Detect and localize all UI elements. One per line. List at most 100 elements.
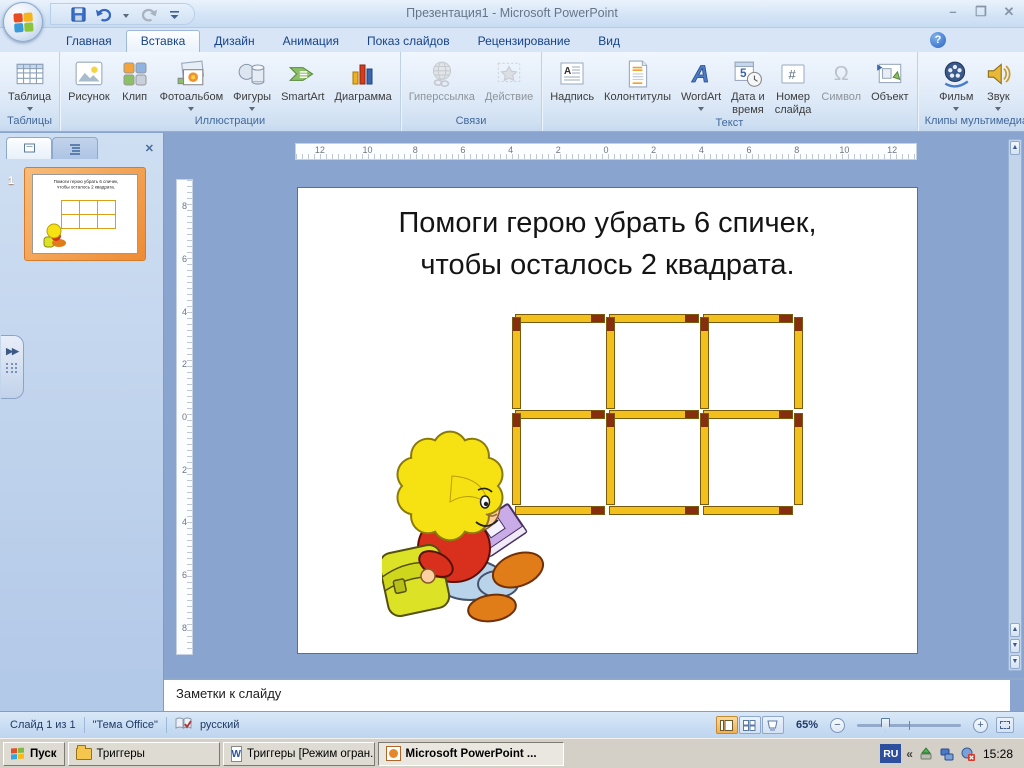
picture-button[interactable]: Рисунок [63,54,115,104]
matchstick[interactable] [703,410,793,419]
matchstick[interactable] [703,314,793,323]
zoom-in-button[interactable]: + [973,717,988,733]
scroll-up-icon[interactable]: ▲ [1010,141,1020,155]
dropdown-arrow-icon [698,107,705,111]
next-slide-button[interactable]: ▼ [1010,639,1020,653]
matchstick[interactable] [512,317,521,409]
sound-button[interactable]: Звук [978,54,1018,111]
matchstick[interactable] [515,314,605,323]
ruler-number: 12 [887,145,898,155]
language-indicator[interactable]: русский [200,719,239,731]
zoom-level[interactable]: 65% [796,719,818,731]
matchstick[interactable] [606,413,615,505]
taskbar: Пуск Триггеры W Триггеры [Режим огран...… [0,738,1024,768]
clipart-button[interactable]: Клип [115,54,155,104]
matchstick[interactable] [609,314,699,323]
panel-splitter-handle[interactable]: ▶▶ [1,335,24,399]
fit-to-window-button[interactable] [996,717,1014,733]
tab-insert[interactable]: Вставка [125,30,201,52]
zoom-out-button[interactable]: − [830,717,845,733]
normal-view-button[interactable] [715,716,738,734]
header-footer-button[interactable]: Колонтитулы [599,54,676,104]
restore-button[interactable]: ❐ [972,4,990,20]
group-label-text: Текст [715,117,744,129]
tab-slideshow[interactable]: Показ слайдов [353,31,464,52]
start-button[interactable]: Пуск [3,741,65,766]
matchstick[interactable] [794,413,803,505]
matchstick-grid[interactable] [512,314,812,526]
matchstick[interactable] [700,413,709,505]
object-button[interactable]: Объект [866,54,913,104]
zoom-slider[interactable] [857,717,961,732]
office-button[interactable] [3,2,43,42]
safely-remove-icon[interactable] [918,746,934,762]
action-button[interactable]: Действие [480,54,538,104]
tab-design[interactable]: Дизайн [200,31,268,52]
view-buttons [715,716,784,734]
group-illustrations: Рисунок Клип Фотоальбом Фигуры SmartArt … [60,52,401,131]
matchstick[interactable] [609,506,699,515]
slides-panel-tabs: ✕ [0,133,163,159]
slide-canvas[interactable]: Помоги герою убрать 6 спичек, чтобы оста… [297,187,918,654]
disconnected-icon[interactable] [960,746,976,762]
table-button[interactable]: Таблица [3,54,56,111]
scroll-down-icon[interactable]: ▼ [1010,655,1020,669]
ribbon: Таблица Таблицы Рисунок Клип Фотоальбом … [0,52,1024,132]
notes-input[interactable]: Заметки к слайду [164,678,1010,711]
tab-view[interactable]: Вид [584,31,634,52]
slides-tab-icon [23,143,35,153]
matchstick[interactable] [794,317,803,409]
slideshow-view-icon [767,720,779,730]
matchstick[interactable] [515,410,605,419]
slide-thumbnail[interactable]: Помоги герою убрать 6 спичек, чтобы оста… [24,167,146,261]
taskbar-item-word[interactable]: W Триггеры [Режим огран... [222,741,375,766]
ruler-number: 6 [746,145,752,155]
tab-slides-thumbnails[interactable] [6,137,52,159]
slide-number-button[interactable]: # Номер слайда [770,54,817,117]
outline-tab-icon [70,143,80,155]
zoom-slider-handle[interactable] [881,717,890,732]
minimize-button[interactable]: – [944,4,962,20]
slide-thumbnail-number: 1 [8,175,15,187]
hyperlink-button[interactable]: Гиперссылка [404,54,480,104]
tab-review[interactable]: Рецензирование [464,31,585,52]
matchstick[interactable] [700,317,709,409]
ruler-number: 6 [181,570,187,581]
chart-button[interactable]: Диаграмма [330,54,397,104]
photo-album-button[interactable]: Фотоальбом [155,54,229,111]
group-label-illustrations: Иллюстрации [194,115,266,127]
close-button[interactable]: ✕ [1000,4,1018,20]
language-bar[interactable]: RU [880,744,902,763]
shapes-button[interactable]: Фигуры [228,54,276,111]
matchstick[interactable] [609,410,699,419]
ruler-number: 10 [362,145,373,155]
date-time-button[interactable]: 5 Дата и время [726,54,770,117]
movie-button[interactable]: Фильм [934,54,978,111]
tab-animation[interactable]: Анимация [269,31,353,52]
smartart-button[interactable]: SmartArt [276,54,329,104]
symbol-button[interactable]: Ω Символ [816,54,866,104]
tab-outline[interactable] [52,137,98,159]
panel-close-icon[interactable]: ✕ [140,142,159,159]
slide-title-textbox[interactable]: Помоги герою убрать 6 спичек, чтобы оста… [298,202,917,286]
taskbar-item-powerpoint[interactable]: Microsoft PowerPoint ... [377,741,564,766]
taskbar-item-folder[interactable]: Триггеры [67,741,220,766]
cartoon-character[interactable] [382,428,550,630]
ruler-number: 6 [181,254,187,264]
textbox-button[interactable]: A Надпись [545,54,599,104]
slide-sorter-button[interactable] [738,716,761,734]
matchstick[interactable] [703,506,793,515]
previous-slide-button[interactable]: ▲ [1010,623,1020,637]
wordart-button[interactable]: A WordArt [676,54,726,111]
matchstick[interactable] [606,317,615,409]
slideshow-view-button[interactable] [761,716,784,734]
help-button[interactable]: ? [930,32,946,48]
network-icon[interactable] [939,746,955,762]
vertical-scrollbar[interactable]: ▲ ▲ ▼ ▼ [1008,139,1022,671]
slide-counter: Слайд 1 из 1 [10,719,76,731]
spellcheck-icon[interactable] [175,716,192,734]
thumbnail-matchstick-grid [60,199,116,229]
tab-home[interactable]: Главная [52,31,126,52]
tray-collapse-icon[interactable]: « [906,747,913,761]
dropdown-arrow-icon [249,107,256,111]
